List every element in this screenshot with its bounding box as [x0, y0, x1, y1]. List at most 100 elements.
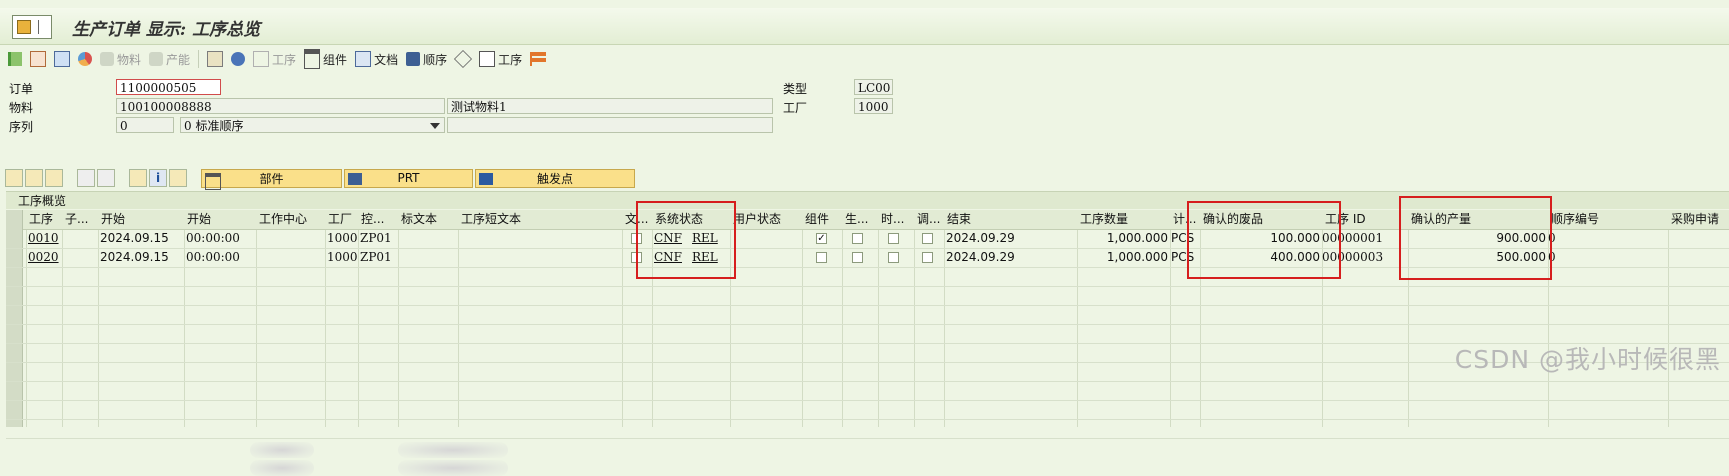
col-work-center-header[interactable]: 工作中心 [256, 210, 325, 229]
prt-button-label: PRT [397, 171, 420, 185]
col-start-date-header[interactable]: 开始 [98, 210, 184, 229]
info-icon: i [155, 171, 161, 185]
operation-icon [253, 51, 270, 67]
plant-field[interactable]: 1000 [854, 98, 893, 114]
col-adjust-header[interactable]: 调... [914, 210, 944, 229]
operation-button[interactable]: 工序 [479, 51, 522, 68]
hierarchy-icon [207, 51, 224, 67]
table-row[interactable] [6, 400, 1729, 420]
capacity-label: 产能 [166, 52, 191, 67]
trigger-icon [479, 172, 493, 185]
redacted-work-center [250, 460, 314, 476]
row-checkbox[interactable] [888, 252, 899, 263]
row-checkbox[interactable] [922, 233, 933, 244]
sequence-description [447, 117, 773, 133]
list-icon [54, 51, 70, 67]
trigger-point-button[interactable]: 触发点 [475, 168, 635, 188]
col-end-header[interactable]: 结束 [944, 210, 1077, 229]
col-plant-header[interactable]: 工厂 [325, 210, 358, 229]
operation-button-dim[interactable]: 工序 [253, 51, 296, 68]
capacity-icon [149, 52, 164, 66]
col-prod-header[interactable]: 生... [842, 210, 878, 229]
stack-button[interactable] [231, 52, 246, 66]
end-date-cell: 2024.09.29 [946, 231, 1015, 245]
table-row[interactable] [6, 305, 1729, 325]
sequence-category-select[interactable]: 0 标准顺序 [180, 117, 445, 133]
prt-icon [348, 172, 362, 185]
document-label: 文档 [374, 52, 399, 67]
start-time-cell: 00:00:00 [186, 250, 240, 264]
row-checkbox[interactable] [852, 252, 863, 263]
table-row[interactable] [6, 419, 1729, 439]
col-sub-header[interactable]: 子... [62, 210, 98, 229]
prt-button[interactable]: PRT [344, 168, 473, 188]
page-icon [479, 51, 496, 67]
row-checkbox[interactable] [852, 233, 863, 244]
yield-highlight-box [1399, 196, 1552, 280]
insert-button[interactable] [77, 169, 95, 187]
edit-button[interactable] [169, 169, 187, 187]
display-mode-icon[interactable] [12, 15, 52, 39]
cube-button[interactable] [454, 49, 473, 69]
delete-button[interactable] [97, 169, 115, 187]
trigger-button-label: 触发点 [536, 171, 573, 186]
header-button[interactable] [30, 51, 46, 67]
col-operation-header[interactable]: 工序 [26, 210, 62, 229]
sequence-field[interactable]: 0 [116, 117, 174, 133]
table-row[interactable] [6, 381, 1729, 401]
col-start-time-header[interactable]: 开始 [184, 210, 256, 229]
hierarchy-button[interactable] [207, 51, 224, 67]
component-checkbox[interactable] [816, 252, 827, 263]
capacity-button[interactable]: 产能 [149, 51, 190, 68]
plant-cell: 1000 [327, 231, 358, 245]
col-component-header[interactable]: 组件 [802, 210, 842, 229]
flag-toggle-button[interactable] [129, 169, 147, 187]
deselect-button[interactable] [45, 169, 63, 187]
cube-icon [454, 49, 473, 69]
col-user-status-header[interactable]: 用户状态 [730, 210, 802, 229]
order-field[interactable]: 1100000505 [116, 79, 221, 95]
material-label: 物料 [117, 52, 142, 67]
component-checkbox[interactable]: ✓ [816, 233, 827, 244]
info-button[interactable]: i [149, 169, 167, 187]
redacted-work-center [250, 442, 314, 458]
col-time-header[interactable]: 时... [878, 210, 914, 229]
material-field-label: 物料 [9, 101, 34, 115]
table-row[interactable] [6, 286, 1729, 306]
material-button[interactable]: 物料 [100, 51, 141, 68]
network-icon [530, 52, 547, 66]
sequence-field-label: 序列 [9, 120, 34, 134]
row-checkbox[interactable] [888, 233, 899, 244]
pie-chart-icon [78, 52, 92, 66]
start-date-cell: 2024.09.15 [100, 250, 169, 264]
col-control-key-header[interactable]: 控... [358, 210, 398, 229]
operation-label: 工序 [272, 52, 297, 67]
col-seq-no-header[interactable]: 顺序编号 [1548, 210, 1668, 229]
select-all-button[interactable] [5, 169, 23, 187]
component-button[interactable]: 组件 [304, 49, 347, 69]
document-icon [355, 51, 372, 67]
document-button[interactable]: 文档 [355, 51, 398, 68]
operation-number-cell[interactable]: 0010 [28, 229, 59, 248]
col-purchase-req-header[interactable]: 采购申请 [1668, 210, 1729, 229]
dropdown-arrow-icon[interactable] [430, 123, 440, 129]
select-block-button[interactable] [25, 169, 43, 187]
operation-button-bar: i 部件 PRT 触发点 [5, 168, 637, 190]
material-field[interactable]: 100100008888 [116, 98, 445, 114]
sequence-button[interactable]: 顺序 [406, 51, 447, 68]
plant-cell: 1000 [327, 250, 358, 264]
row-checkbox[interactable] [922, 252, 933, 263]
parts-button-label: 部件 [259, 171, 284, 186]
network-button[interactable] [530, 52, 547, 66]
stack-icon [231, 52, 246, 66]
flag-button[interactable] [8, 52, 22, 66]
chart-button[interactable] [78, 52, 92, 66]
col-short-text-header[interactable]: 工序短文本 [458, 210, 622, 229]
col-op-qty-header[interactable]: 工序数量 [1077, 210, 1170, 229]
type-field[interactable]: LC00 [854, 79, 893, 95]
parts-button[interactable]: 部件 [201, 168, 342, 190]
operation2-label: 工序 [498, 52, 523, 67]
operation-number-cell[interactable]: 0020 [28, 248, 59, 267]
list-button[interactable] [54, 51, 70, 67]
col-std-text-header[interactable]: 标文本 [398, 210, 458, 229]
